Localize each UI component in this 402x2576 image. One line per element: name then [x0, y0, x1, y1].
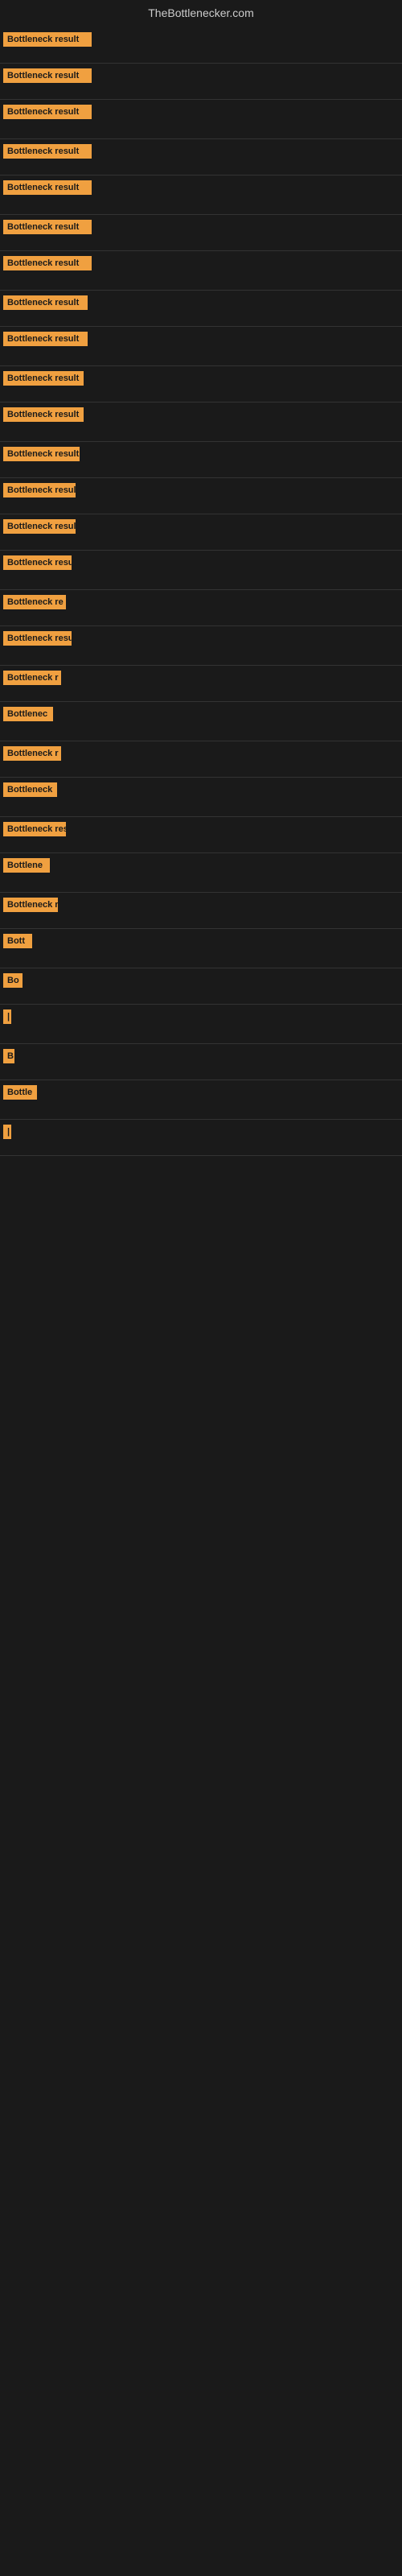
bottleneck-bar: Bottleneck re — [3, 595, 66, 609]
bottleneck-bar: Bottleneck result — [3, 32, 92, 47]
row-divider — [0, 928, 402, 929]
bottleneck-bar: | — [3, 1125, 11, 1139]
bottleneck-bar: Bottleneck result — [3, 295, 88, 310]
row-divider — [0, 1155, 402, 1156]
bottleneck-bar: Bottleneck res — [3, 822, 66, 836]
row-divider — [0, 63, 402, 64]
bottleneck-bar: Bottleneck result — [3, 68, 92, 83]
bottleneck-bar: Bottleneck r — [3, 746, 61, 761]
row-divider — [0, 665, 402, 666]
row-divider — [0, 1043, 402, 1044]
row-divider — [0, 777, 402, 778]
bottleneck-bar: B — [3, 1049, 14, 1063]
row-divider — [0, 852, 402, 853]
row-divider — [0, 589, 402, 590]
row-divider — [0, 441, 402, 442]
row-divider — [0, 550, 402, 551]
row-divider — [0, 625, 402, 626]
bottleneck-bar: Bottleneck result — [3, 332, 88, 346]
row-divider — [0, 816, 402, 817]
bottleneck-bar: Bottleneck result — [3, 144, 92, 159]
bottleneck-bar: Bottleneck result — [3, 555, 72, 570]
bottleneck-bar: Bottleneck result — [3, 447, 80, 461]
bottleneck-bar: Bottleneck result — [3, 483, 76, 497]
bottleneck-bar: Bottleneck result — [3, 105, 92, 119]
row-divider — [0, 892, 402, 893]
bottleneck-bar: Bottleneck — [3, 782, 57, 797]
row-divider — [0, 138, 402, 139]
row-divider — [0, 250, 402, 251]
row-divider — [0, 326, 402, 327]
bottleneck-bar: Bottleneck result — [3, 371, 84, 386]
bottleneck-bar: Bottlenec — [3, 707, 53, 721]
bottleneck-bar: Bottleneck result — [3, 407, 84, 422]
site-title: TheBottlenecker.com — [0, 0, 402, 29]
row-divider — [0, 1004, 402, 1005]
row-divider — [0, 477, 402, 478]
bottleneck-bar: Bottleneck result — [3, 631, 72, 646]
bottleneck-bar: Bottleneck result — [3, 519, 76, 534]
bottleneck-bar: Bo — [3, 973, 23, 988]
row-divider — [0, 290, 402, 291]
bottleneck-bar: | — [3, 1009, 11, 1024]
bottleneck-bar: Bottleneck result — [3, 220, 92, 234]
row-divider — [0, 365, 402, 366]
row-divider — [0, 701, 402, 702]
bottleneck-bar: Bottleneck result — [3, 180, 92, 195]
row-divider — [0, 99, 402, 100]
bottleneck-bar: Bottlene — [3, 858, 50, 873]
bottleneck-bar: Bottleneck r — [3, 898, 58, 912]
bottleneck-bar: Bottleneck r — [3, 671, 61, 685]
row-divider — [0, 214, 402, 215]
bottleneck-bar: Bottle — [3, 1085, 37, 1100]
row-divider — [0, 1119, 402, 1120]
bottleneck-bar: Bottleneck result — [3, 256, 92, 270]
bottleneck-bar: Bott — [3, 934, 32, 948]
